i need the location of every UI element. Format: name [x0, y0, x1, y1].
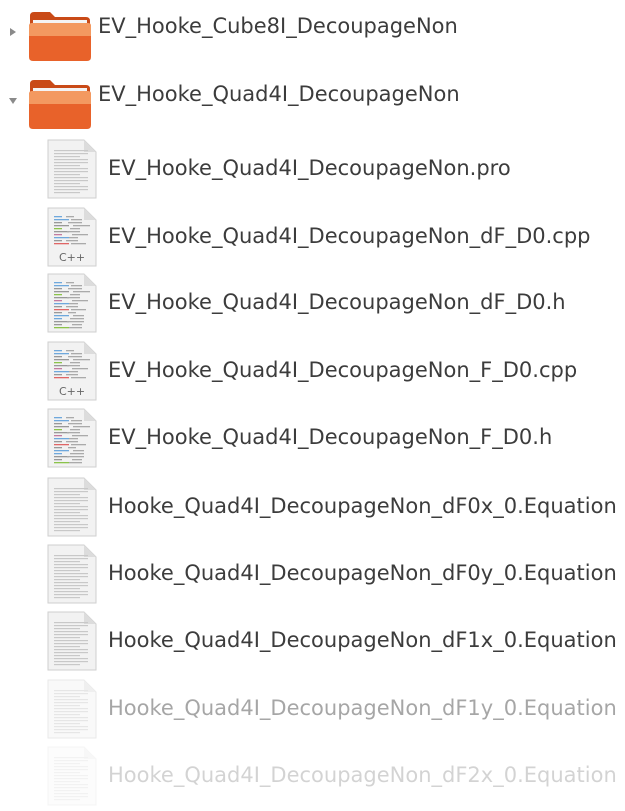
header-source-icon	[46, 407, 98, 469]
file-name: Hooke_Quad4I_DecoupageNon_dF1x_0.Equatio…	[108, 628, 617, 652]
svg-text:C++: C++	[59, 385, 85, 398]
tree-file-row[interactable]: Hooke_Quad4I_DecoupageNon_dF0x_0.Equatio…	[0, 476, 625, 540]
file-name: EV_Hooke_Quad4I_DecoupageNon_dF_D0.h	[108, 290, 566, 314]
tree-file-row[interactable]: C++ EV_Hooke_Quad4I_DecoupageNon_F_D0.cpp	[0, 340, 625, 404]
tree-file-row[interactable]: C++ EV_Hooke_Quad4I_DecoupageNon_dF_D0.cp…	[0, 206, 625, 270]
svg-text:C++: C++	[59, 251, 85, 264]
folder-icon	[28, 10, 92, 62]
file-name: EV_Hooke_Quad4I_DecoupageNon_F_D0.cpp	[108, 358, 578, 382]
file-name: Hooke_Quad4I_DecoupageNon_dF2x_0.Equatio…	[108, 763, 617, 787]
tree-file-row[interactable]: EV_Hooke_Quad4I_DecoupageNon_dF_D0.h	[0, 272, 625, 336]
text-file-icon	[46, 745, 98, 807]
file-name: EV_Hooke_Quad4I_DecoupageNon.pro	[108, 156, 511, 180]
tree-file-row[interactable]: EV_Hooke_Quad4I_DecoupageNon.pro	[0, 138, 625, 202]
file-name: Hooke_Quad4I_DecoupageNon_dF0y_0.Equatio…	[108, 561, 617, 585]
folder-name: EV_Hooke_Cube8I_DecoupageNon	[98, 14, 458, 38]
tree-file-row[interactable]: Hooke_Quad4I_DecoupageNon_dF2x_0.Equatio…	[0, 745, 625, 809]
text-file-icon	[46, 543, 98, 605]
collapsed-arrow-icon[interactable]	[10, 28, 16, 36]
folder-icon	[28, 78, 92, 130]
tree-folder-row[interactable]: EV_Hooke_Cube8I_DecoupageNon	[0, 2, 625, 66]
expanded-arrow-icon[interactable]	[9, 98, 17, 104]
tree-file-row[interactable]: EV_Hooke_Quad4I_DecoupageNon_F_D0.h	[0, 407, 625, 471]
cpp-source-icon: C++	[46, 340, 98, 402]
text-file-icon	[46, 138, 98, 200]
text-file-icon	[46, 476, 98, 538]
cpp-source-icon: C++	[46, 206, 98, 268]
text-file-icon	[46, 610, 98, 672]
file-name: Hooke_Quad4I_DecoupageNon_dF0x_0.Equatio…	[108, 494, 617, 518]
tree-file-row[interactable]: Hooke_Quad4I_DecoupageNon_dF1x_0.Equatio…	[0, 610, 625, 674]
file-name: Hooke_Quad4I_DecoupageNon_dF1y_0.Equatio…	[108, 696, 617, 720]
tree-folder-row[interactable]: EV_Hooke_Quad4I_DecoupageNon	[0, 70, 625, 134]
file-tree: EV_Hooke_Cube8I_DecoupageNon EV_Hooke_Qua…	[0, 0, 625, 806]
tree-file-row[interactable]: Hooke_Quad4I_DecoupageNon_dF1y_0.Equatio…	[0, 678, 625, 742]
tree-file-row[interactable]: Hooke_Quad4I_DecoupageNon_dF0y_0.Equatio…	[0, 543, 625, 607]
header-source-icon	[46, 272, 98, 334]
text-file-icon	[46, 678, 98, 740]
folder-name: EV_Hooke_Quad4I_DecoupageNon	[98, 82, 460, 106]
file-name: EV_Hooke_Quad4I_DecoupageNon_dF_D0.cpp	[108, 224, 591, 248]
file-name: EV_Hooke_Quad4I_DecoupageNon_F_D0.h	[108, 425, 553, 449]
